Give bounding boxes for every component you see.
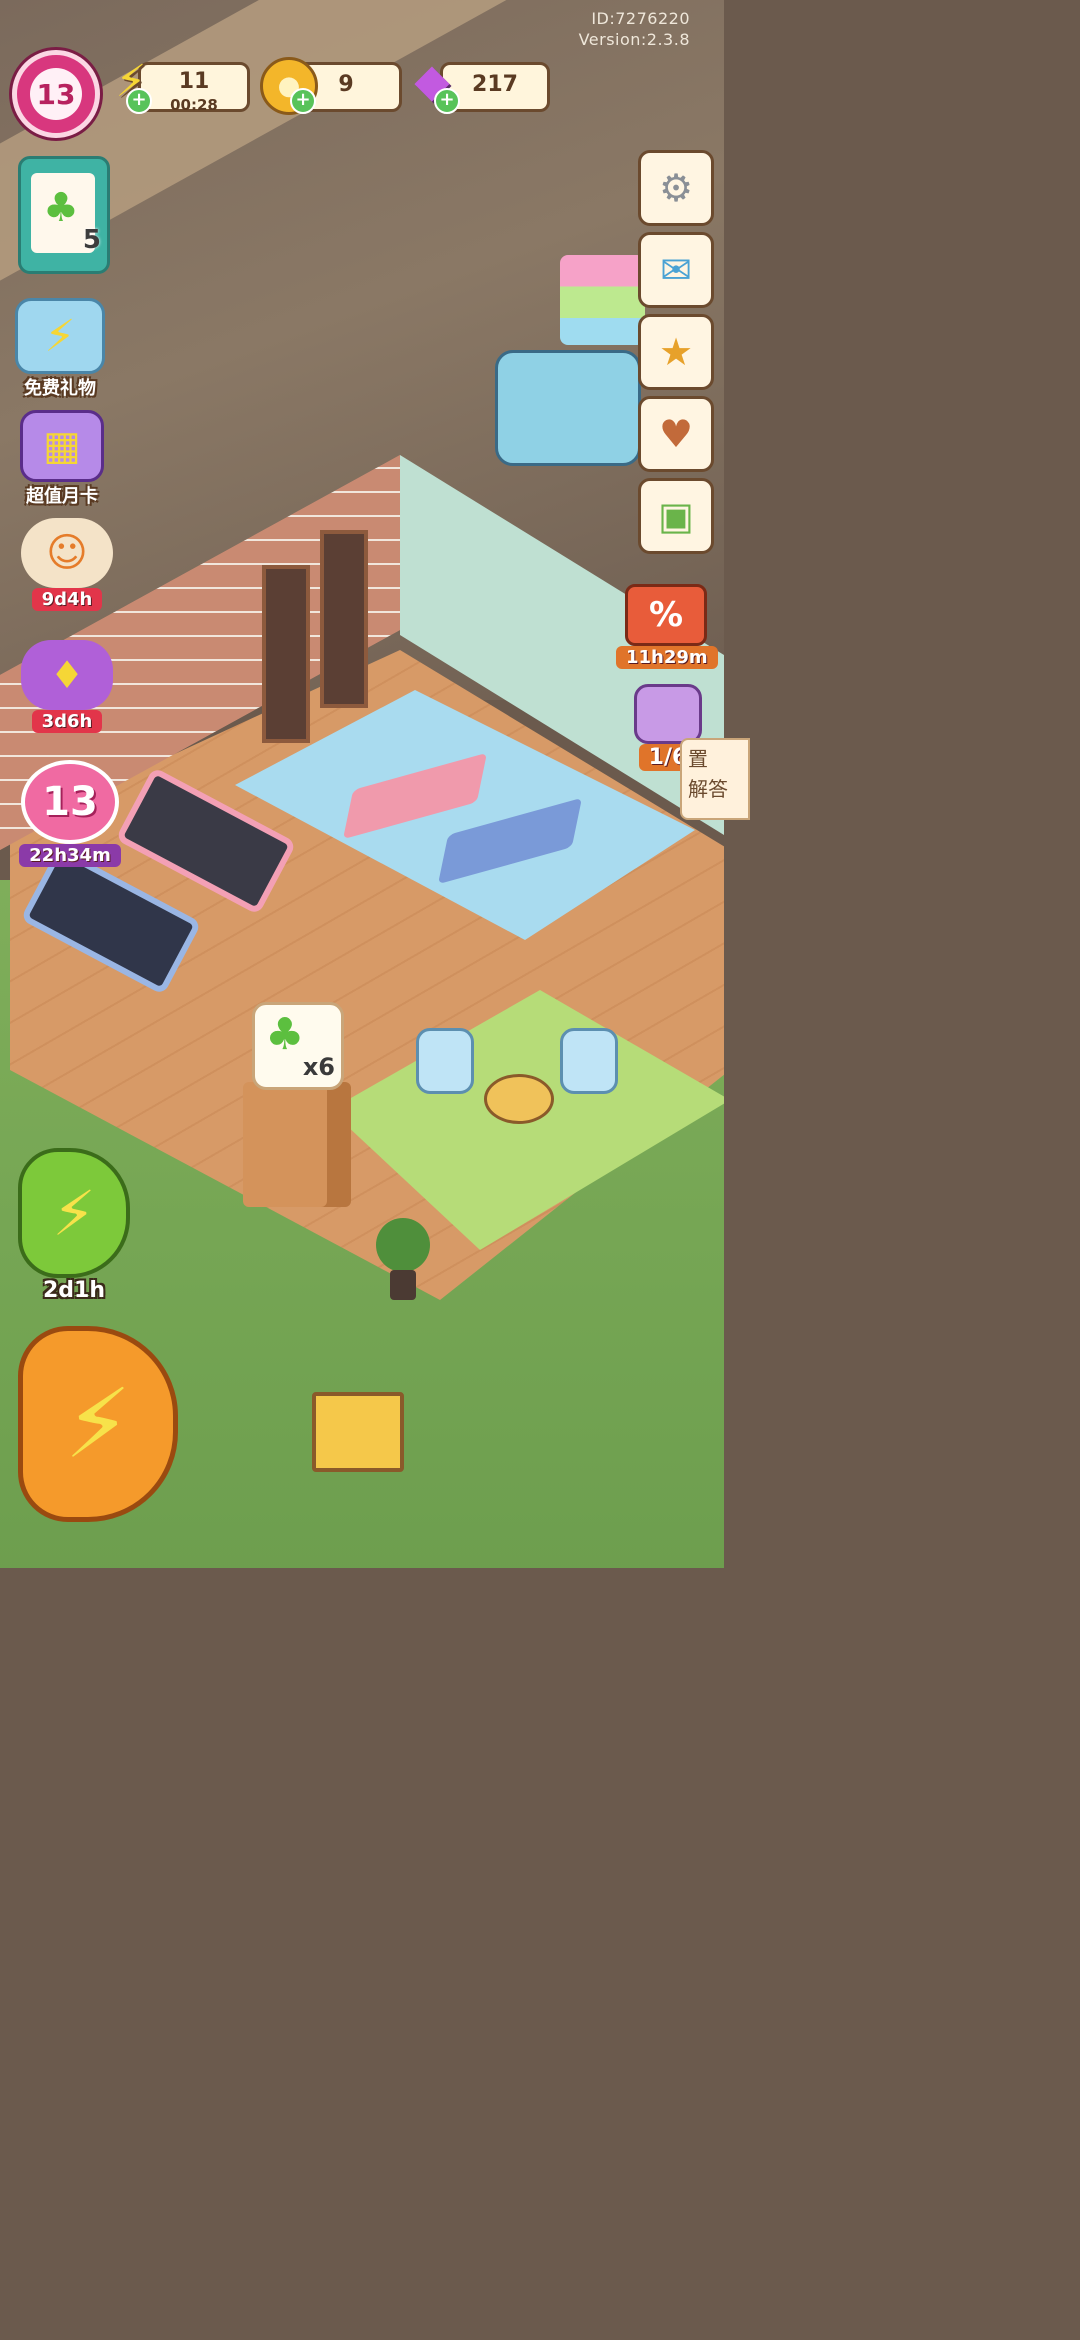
duck-album-button[interactable]: ▣ [638, 478, 714, 554]
chef-duck-icon: ☺ [21, 518, 113, 588]
settings-button[interactable]: ⚙ [638, 150, 714, 226]
account-info: ID:7276220 Version:2.3.8 [579, 8, 690, 50]
cardboard-box[interactable] [243, 1082, 351, 1207]
duck-album-icon: ▣ [658, 494, 694, 538]
side-tab[interactable]: 置 解答 [680, 738, 750, 820]
add-energy-button[interactable]: + [126, 88, 152, 114]
gem-chest-icon: ♦ [21, 640, 113, 710]
heart-book-icon: ♥ [658, 412, 694, 456]
chef-event-button[interactable]: ☺ 9d4h [12, 518, 122, 611]
gem-event-timer: 3d6h [31, 710, 103, 733]
energy-boost-button[interactable]: ⚡ 2d1h [18, 1148, 130, 1303]
mail-icon: ✉ [660, 248, 692, 292]
side-tab-label: 置 解答 [688, 747, 728, 801]
play-energy-button[interactable]: ⚡ [18, 1326, 178, 1526]
gift-truck[interactable] [495, 350, 641, 466]
chair[interactable] [416, 1028, 474, 1094]
gift-icon: ⚡ [15, 298, 105, 374]
version-label: Version:2.3.8 [578, 30, 690, 49]
player-id: ID:7276220 [591, 9, 690, 28]
gear-icon: ⚙ [658, 166, 694, 210]
jar-icon [634, 684, 702, 744]
add-gems-button[interactable]: + [434, 88, 460, 114]
energy-timer: 00:28 [170, 96, 218, 114]
achievements-button[interactable]: ★ [638, 314, 714, 390]
player-level-badge[interactable]: 13 [12, 50, 100, 138]
window [320, 530, 368, 708]
medal-icon: ★ [658, 330, 694, 374]
sale-symbol: % [648, 595, 684, 635]
monthly-card-button[interactable]: ▦ 超值月卡 [12, 410, 112, 508]
energy-bar[interactable]: 11 00:28 [138, 62, 250, 114]
chef-event-timer: 9d4h [31, 588, 103, 611]
monthly-card-label: 超值月卡 [26, 486, 98, 507]
snack-table[interactable] [484, 1074, 554, 1124]
energy-boost-timer: 2d1h [42, 1278, 106, 1303]
task-board-button[interactable]: ♣ 5 [18, 156, 110, 274]
task-count: 5 [82, 225, 101, 255]
gem-event-button[interactable]: ♦ 3d6h [12, 640, 122, 733]
sale-timer: 11h29m [616, 646, 718, 669]
truck-presents [560, 255, 645, 345]
lightning-icon: ⚡ [18, 1148, 130, 1278]
level-event-level: 13 [42, 779, 98, 825]
level-event-badge: 13 [21, 760, 119, 844]
free-gift-button[interactable]: ⚡ 免费礼物 [10, 298, 110, 400]
chair[interactable] [560, 1028, 618, 1094]
level-event-button[interactable]: 13 22h34m [14, 760, 126, 867]
lightning-icon: ⚡ [18, 1326, 178, 1522]
plant-pot [390, 1270, 416, 1300]
free-gift-label: 免费礼物 [24, 378, 96, 399]
add-coins-button[interactable]: + [290, 88, 316, 114]
sale-icon: % [625, 584, 707, 646]
energy-value: 11 [178, 69, 210, 94]
clover-icon: ♣ [265, 1009, 305, 1060]
reward-bubble[interactable]: ♣ x6 [252, 1002, 344, 1090]
reward-multiplier: x6 [302, 1053, 335, 1081]
potted-plant[interactable] [376, 1218, 430, 1272]
clover-icon: ♣ [43, 185, 79, 231]
collection-book-button[interactable]: ♥ [638, 396, 714, 472]
level-event-timer: 22h34m [19, 844, 121, 867]
card-icon: ▦ [20, 410, 104, 482]
player-level: 13 [30, 68, 82, 120]
duck-signboard[interactable] [312, 1392, 404, 1472]
mail-button[interactable]: ✉ [638, 232, 714, 308]
window [262, 565, 310, 743]
sale-button[interactable]: % 11h29m [616, 584, 718, 670]
